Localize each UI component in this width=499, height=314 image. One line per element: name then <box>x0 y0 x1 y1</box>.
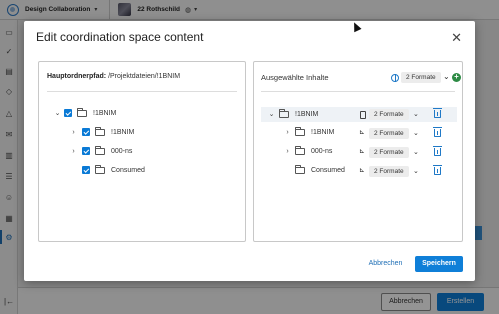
item-label: Consumed <box>311 167 345 174</box>
document-icon <box>360 111 366 119</box>
delete-icon[interactable] <box>433 108 442 118</box>
link-icon: ⊾ <box>359 167 365 174</box>
item-label: !1BNIM <box>311 129 335 136</box>
chevron-right-icon[interactable]: › <box>69 129 78 136</box>
tree-row[interactable]: Consumed <box>82 164 145 176</box>
folder-icon <box>95 126 105 136</box>
selected-item-row[interactable]: Consumed ⊾ 2 Formate ⌄ <box>261 164 457 179</box>
item-name: › !1BNIM <box>283 127 335 136</box>
close-icon[interactable]: ✕ <box>451 31 462 44</box>
save-button[interactable]: Speichern <box>415 256 463 272</box>
add-icon[interactable]: + <box>452 73 461 82</box>
root-path-value: /Projektdateien/!1BNIM <box>108 73 181 80</box>
chevron-down-icon[interactable]: ⌄ <box>53 109 62 117</box>
delete-icon[interactable] <box>433 127 442 137</box>
dialog-title: Edit coordination space content <box>36 30 204 44</box>
chevron-down-icon[interactable]: ⌄ <box>413 167 419 175</box>
chevron-down-icon[interactable]: ⌄ <box>413 148 419 156</box>
tree-row[interactable]: ⌄ !1BNIM <box>53 107 116 119</box>
root-path-label: Hauptordnerpfad: <box>47 73 107 80</box>
chevron-right-icon[interactable]: › <box>283 148 292 155</box>
folder-icon <box>95 164 105 174</box>
delete-icon[interactable] <box>433 146 442 156</box>
divider <box>47 91 237 92</box>
folder-icon <box>77 107 87 117</box>
folder-icon <box>279 108 289 118</box>
tree-label: !1BNIM <box>111 128 135 136</box>
divider <box>261 91 455 92</box>
selected-content-panel: Ausgewählte Inhalte 2 Formate ⌄ + ⌄ !1BN… <box>253 61 463 242</box>
root-path: Hauptordnerpfad: /Projektdateien/!1BNIM <box>47 73 180 80</box>
chevron-down-icon[interactable]: ⌄ <box>413 129 419 137</box>
formats-badge[interactable]: 2 Formate <box>401 72 441 83</box>
folder-icon <box>95 145 105 155</box>
checkbox[interactable] <box>64 109 72 117</box>
item-name: Consumed <box>295 165 345 174</box>
chevron-right-icon[interactable]: › <box>283 129 292 136</box>
formats-pill[interactable]: 2 Formate <box>369 128 409 139</box>
item-label: 000-ns <box>311 148 333 155</box>
link-icon: ⊾ <box>359 148 365 155</box>
tree-label: 000-ns <box>111 147 133 155</box>
folder-icon <box>295 165 305 174</box>
chevron-down-icon[interactable]: ⌄ <box>267 110 276 118</box>
formats-pill[interactable]: 2 Formate <box>369 166 409 177</box>
folder-icon <box>295 127 305 136</box>
selected-item-row[interactable]: ⌄ !1BNIM 2 Formate ⌄ <box>261 107 457 122</box>
cancel-button[interactable]: Abbrechen <box>365 256 406 272</box>
tree-row[interactable]: › 000-ns <box>69 145 132 157</box>
selected-item-row[interactable]: › !1BNIM ⊾ 2 Formate ⌄ <box>261 126 457 141</box>
folder-tree-panel: Hauptordnerpfad: /Projektdateien/!1BNIM … <box>38 61 246 242</box>
checkbox[interactable] <box>82 147 90 155</box>
item-name: › 000-ns <box>283 146 333 155</box>
chevron-right-icon[interactable]: › <box>69 148 78 155</box>
formats-pill[interactable]: 2 Formate <box>369 109 409 120</box>
tree-row[interactable]: › !1BNIM <box>69 126 134 138</box>
link-icon: ⊾ <box>359 129 365 136</box>
chevron-down-icon[interactable]: ⌄ <box>413 110 419 118</box>
tree-label: Consumed <box>111 166 145 174</box>
edit-dialog: Edit coordination space content ✕ Haupto… <box>24 21 475 281</box>
globe-icon <box>391 74 399 82</box>
selected-content-title: Ausgewählte Inhalte <box>261 73 329 82</box>
item-name: ⌄ !1BNIM <box>267 108 319 118</box>
delete-icon[interactable] <box>433 165 442 175</box>
tree-label: !1BNIM <box>93 109 117 117</box>
formats-pill[interactable]: 2 Formate <box>369 147 409 158</box>
selected-item-row[interactable]: › 000-ns ⊾ 2 Formate ⌄ <box>261 145 457 160</box>
item-label: !1BNIM <box>295 110 319 118</box>
checkbox[interactable] <box>82 166 90 174</box>
chevron-down-icon[interactable]: ⌄ <box>443 72 450 81</box>
folder-icon <box>295 146 305 155</box>
checkbox[interactable] <box>82 128 90 136</box>
